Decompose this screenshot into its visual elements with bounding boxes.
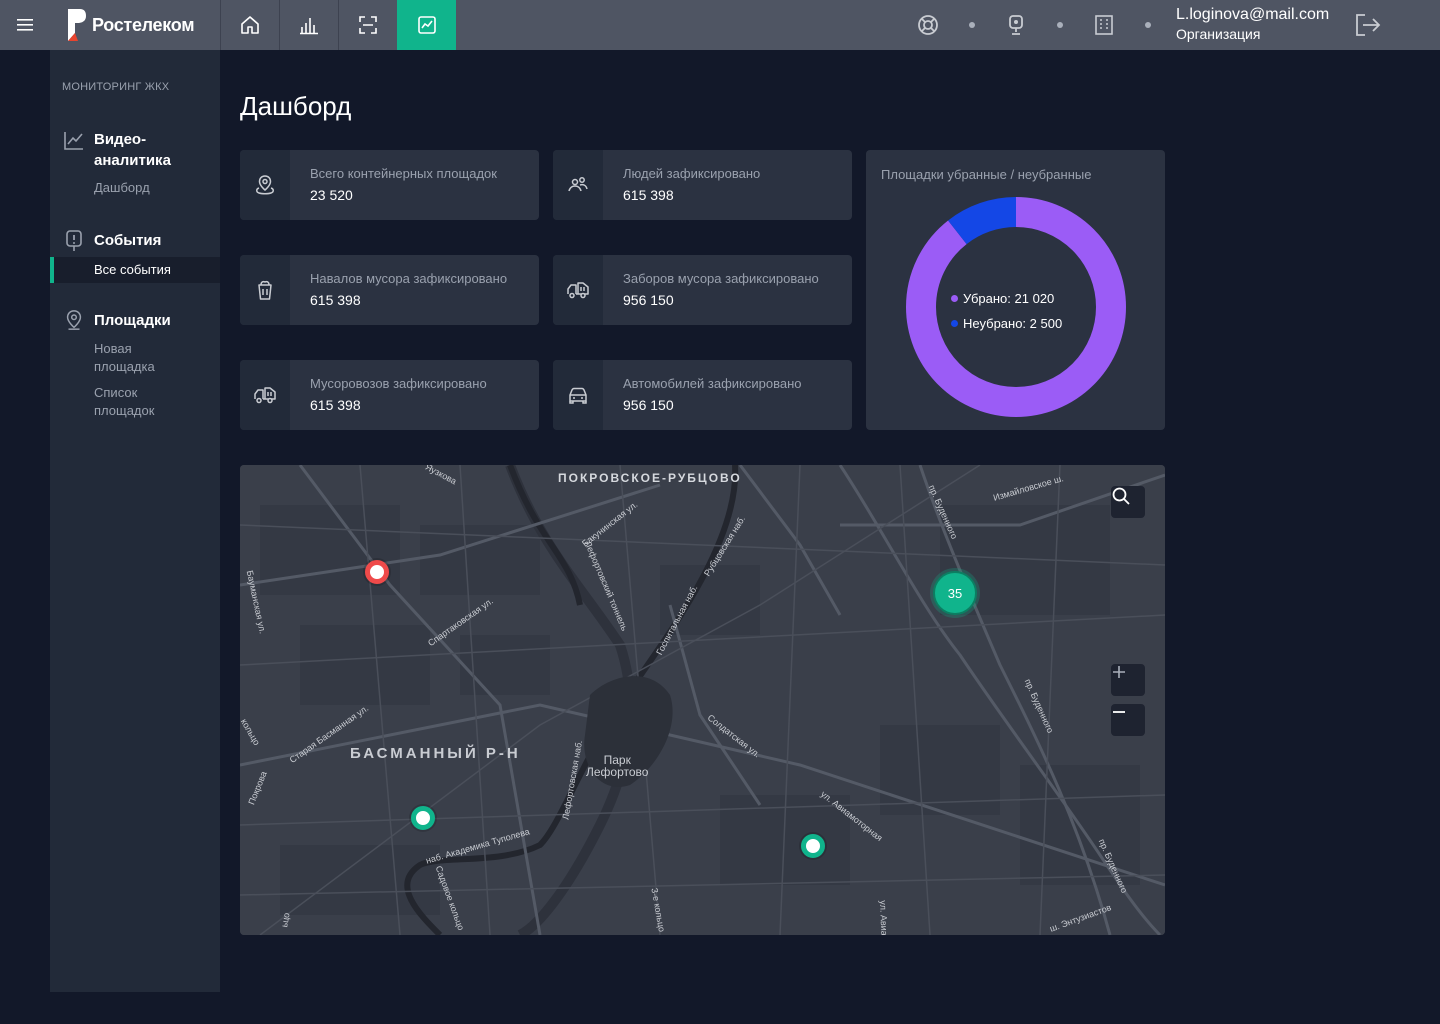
legend-label: Убрано: 21 020 (963, 291, 1055, 306)
zoom-out-icon (1113, 711, 1125, 713)
zoom-out-button[interactable] (1111, 704, 1145, 736)
chart-legend: Убрано: 21 020 Неубрано: 2 500 (951, 286, 1062, 336)
marker-cluster[interactable]: 35 (933, 571, 977, 615)
stat-value: 956 150 (623, 292, 674, 308)
zoom-in-icon (1113, 666, 1125, 678)
stat-label: Заборов мусора зафиксировано (623, 271, 819, 286)
stat-card: Всего контейнерных площадок 23 520 (240, 150, 539, 220)
legend-label: Неубрано: 2 500 (963, 316, 1063, 331)
map-district-label: БАСМАННЫЙ Р-Н (350, 745, 521, 762)
stat-value: 615 398 (310, 292, 361, 308)
menu-icon[interactable] (0, 0, 50, 50)
user-info[interactable]: L.loginova@mail.com Организация (1176, 6, 1329, 42)
legend-swatch (951, 320, 958, 327)
main-tabs (220, 0, 456, 50)
alert-icon (66, 230, 82, 251)
brand-name: Ростелеком (92, 14, 195, 35)
garbage-truck-icon (254, 387, 276, 404)
map[interactable]: ПОКРОВСКОЕ-РУБЦОВО БАСМАННЫЙ Р-Н Парк Ле… (240, 465, 1165, 935)
map-park-label: Парк Лефортово (586, 754, 648, 778)
camera-icon[interactable] (1004, 13, 1028, 37)
map-area-label: ПОКРОВСКОЕ-РУБЦОВО (558, 471, 742, 485)
sidebar-item-label: площадка (94, 359, 155, 374)
car-icon (569, 387, 587, 404)
sidebar-title: МОНИТОРИНГ ЖКХ (62, 81, 170, 93)
sidebar-item-sites[interactable]: Площадки (94, 310, 171, 331)
stat-value: 23 520 (310, 187, 353, 203)
status-dot (1145, 22, 1151, 28)
home-icon (241, 16, 259, 34)
stat-value: 615 398 (310, 397, 361, 413)
analytics-icon (64, 132, 83, 150)
sidebar-item-video-analytics[interactable]: Видео- аналитика (94, 129, 171, 171)
alert-marker[interactable] (365, 560, 389, 584)
stat-card: Автомобилей зафиксировано 956 150 (553, 360, 852, 430)
stat-value: 956 150 (623, 397, 674, 413)
legend-item-not-cleaned: Неубрано: 2 500 (951, 311, 1062, 336)
sidebar-item-label: Видео- (94, 131, 147, 148)
legend-item-cleaned: Убрано: 21 020 (951, 286, 1062, 311)
sidebar-item-label: Новая (94, 341, 132, 356)
people-icon (568, 177, 588, 192)
stat-card: Мусоровозов зафиксировано 615 398 (240, 360, 539, 430)
map-streets (240, 465, 1165, 935)
map-search-button[interactable] (1111, 486, 1145, 518)
search-icon (1112, 487, 1130, 505)
stat-label: Навалов мусора зафиксировано (310, 271, 508, 286)
stat-label: Мусоровозов зафиксировано (310, 376, 487, 391)
sidebar-item-all-events[interactable]: Все события (50, 257, 220, 283)
building-icon[interactable] (1092, 13, 1116, 37)
statistics-tab[interactable] (279, 0, 338, 50)
stat-card: Людей зафиксировано 615 398 (553, 150, 852, 220)
location-pin-icon (66, 310, 82, 330)
bar-chart-icon (300, 18, 318, 35)
sidebar-item-events[interactable]: События (94, 230, 161, 251)
zoom-in-button[interactable] (1111, 664, 1145, 696)
brand-logo[interactable]: Ростелеком (50, 0, 220, 50)
rostelecom-logo-icon (68, 9, 86, 41)
stat-label: Автомобилей зафиксировано (623, 376, 802, 391)
user-email: L.loginova@mail.com (1176, 6, 1330, 23)
trend-chart-icon (417, 16, 436, 34)
scan-tab[interactable] (338, 0, 397, 50)
site-marker[interactable] (801, 834, 825, 858)
sidebar: МОНИТОРИНГ ЖКХ Видео- аналитика Дашборд … (50, 50, 220, 992)
location-icon (256, 175, 274, 195)
cleanup-chart-card: Площадки убранные / неубранные Убрано: 2… (866, 150, 1165, 430)
sidebar-item-label: Все события (94, 262, 171, 277)
site-marker[interactable] (411, 806, 435, 830)
sidebar-item-label: площадок (94, 403, 155, 418)
home-tab[interactable] (220, 0, 279, 50)
map-label: Лефортово (586, 765, 649, 779)
logout-icon[interactable] (1354, 12, 1382, 38)
stat-card: Заборов мусора зафиксировано 956 150 (553, 255, 852, 325)
legend-swatch (951, 295, 958, 302)
stat-label: Всего контейнерных площадок (310, 166, 497, 181)
status-dot (1057, 22, 1063, 28)
page-title: Дашборд (240, 91, 352, 121)
analytics-tab[interactable] (397, 0, 456, 50)
sidebar-item-site-list[interactable]: Список площадок (94, 384, 154, 420)
active-indicator (50, 257, 54, 283)
garbage-truck-icon (567, 282, 589, 299)
sidebar-item-label: аналитика (94, 152, 171, 169)
chart-title: Площадки убранные / неубранные (881, 167, 1092, 182)
scan-icon (359, 16, 377, 34)
trash-bin-icon (258, 280, 272, 300)
lifebuoy-icon[interactable] (916, 13, 940, 37)
street-label: ул. Авиа (878, 900, 890, 935)
top-bar: Ростелеком L.loginova@mail.com Организац… (0, 0, 1440, 50)
status-dot (969, 22, 975, 28)
stat-value: 615 398 (623, 187, 674, 203)
sidebar-item-label: Список (94, 385, 138, 400)
sidebar-item-dashboard[interactable]: Дашборд (94, 179, 150, 197)
stat-card: Навалов мусора зафиксировано 615 398 (240, 255, 539, 325)
user-organization: Организация (1176, 26, 1261, 42)
stat-label: Людей зафиксировано (623, 166, 761, 181)
sidebar-item-new-site[interactable]: Новая площадка (94, 340, 155, 376)
